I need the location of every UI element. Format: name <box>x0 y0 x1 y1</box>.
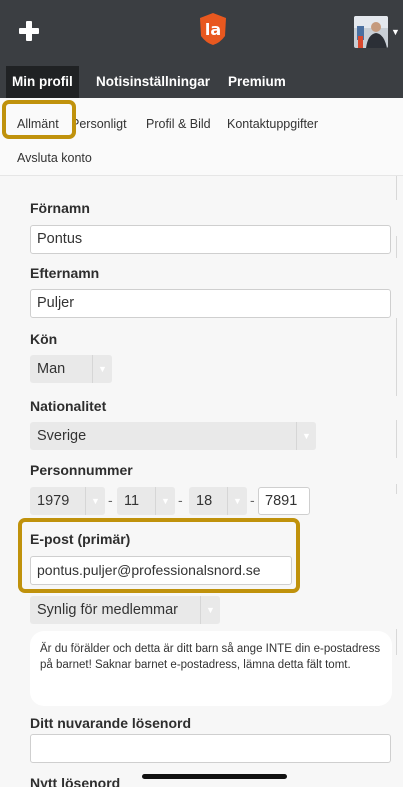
visibility-select[interactable]: Synlig för medlemmar ▼ <box>30 596 220 624</box>
new-password-label: Nytt lösenord <box>30 775 121 787</box>
last-name-label: Efternamn <box>30 265 100 281</box>
caret-down-icon[interactable]: ▼ <box>391 27 403 37</box>
nationality-select[interactable]: Sverige ▼ <box>30 422 316 450</box>
birth-day-select[interactable]: 18 ▼ <box>189 487 247 515</box>
first-name-label: Förnamn <box>30 200 90 216</box>
chevron-down-icon: ▼ <box>155 487 175 515</box>
nationality-label: Nationalitet <box>30 398 107 414</box>
top-bar: la ▼ <box>0 0 403 66</box>
separator: - <box>178 492 183 508</box>
chevron-down-icon: ▼ <box>85 487 105 515</box>
avatar[interactable] <box>354 16 388 48</box>
tab-min-profil[interactable]: Min profil <box>6 66 79 98</box>
logo[interactable]: la <box>198 12 228 46</box>
birth-month-select[interactable]: 11 ▼ <box>117 487 175 515</box>
separator: - <box>250 492 255 508</box>
first-name-field[interactable]: Pontus <box>30 225 391 254</box>
tab-notisinstallningar[interactable]: Notisinställningar <box>90 66 216 98</box>
chevron-down-icon: ▼ <box>92 355 112 383</box>
subnav-item-personligt[interactable]: Personligt <box>71 117 127 131</box>
subnav-item-kontaktuppgifter[interactable]: Kontaktuppgifter <box>227 117 318 131</box>
divider <box>396 318 397 396</box>
birth-year-value: 1979 <box>37 493 70 509</box>
home-indicator[interactable] <box>142 774 287 779</box>
personal-number-last-digits[interactable]: 7891 <box>258 487 310 515</box>
chevron-down-icon: ▼ <box>296 422 316 450</box>
separator: - <box>108 492 113 508</box>
gender-label: Kön <box>30 331 58 347</box>
divider <box>396 484 397 494</box>
email-highlight <box>18 518 300 593</box>
current-password-field[interactable] <box>30 734 391 763</box>
personal-number-label: Personnummer <box>30 462 133 478</box>
last-name-field[interactable]: Puljer <box>30 289 391 318</box>
divider <box>396 176 397 200</box>
birth-day-value: 18 <box>196 493 213 509</box>
selected-subnav-highlight <box>2 100 76 139</box>
email-info-note: Är du förälder och detta är ditt barn så… <box>30 631 392 706</box>
divider <box>396 420 397 458</box>
profile-form: Förnamn Pontus Efternamn Puljer Kön Man … <box>0 176 403 787</box>
subnav-item-avsluta-konto[interactable]: Avsluta konto <box>17 151 92 165</box>
chevron-down-icon: ▼ <box>227 487 247 515</box>
logo-text: la <box>205 20 221 39</box>
gender-select[interactable]: Man ▼ <box>30 355 112 383</box>
profile-tabs: Min profil Notisinställningar Premium <box>0 66 403 98</box>
nationality-value: Sverige <box>37 428 87 444</box>
birth-year-select[interactable]: 1979 ▼ <box>30 487 105 515</box>
visibility-value: Synlig för medlemmar <box>37 602 179 618</box>
birth-month-value: 11 <box>124 493 140 509</box>
gender-value: Man <box>37 361 66 377</box>
plus-icon[interactable] <box>18 20 40 42</box>
current-password-label: Ditt nuvarande lösenord <box>30 715 192 731</box>
divider <box>396 629 397 655</box>
tab-premium[interactable]: Premium <box>222 66 292 98</box>
divider <box>396 236 397 258</box>
subnav-item-profil-bild[interactable]: Profil & Bild <box>146 117 211 131</box>
chevron-down-icon: ▼ <box>200 596 220 624</box>
